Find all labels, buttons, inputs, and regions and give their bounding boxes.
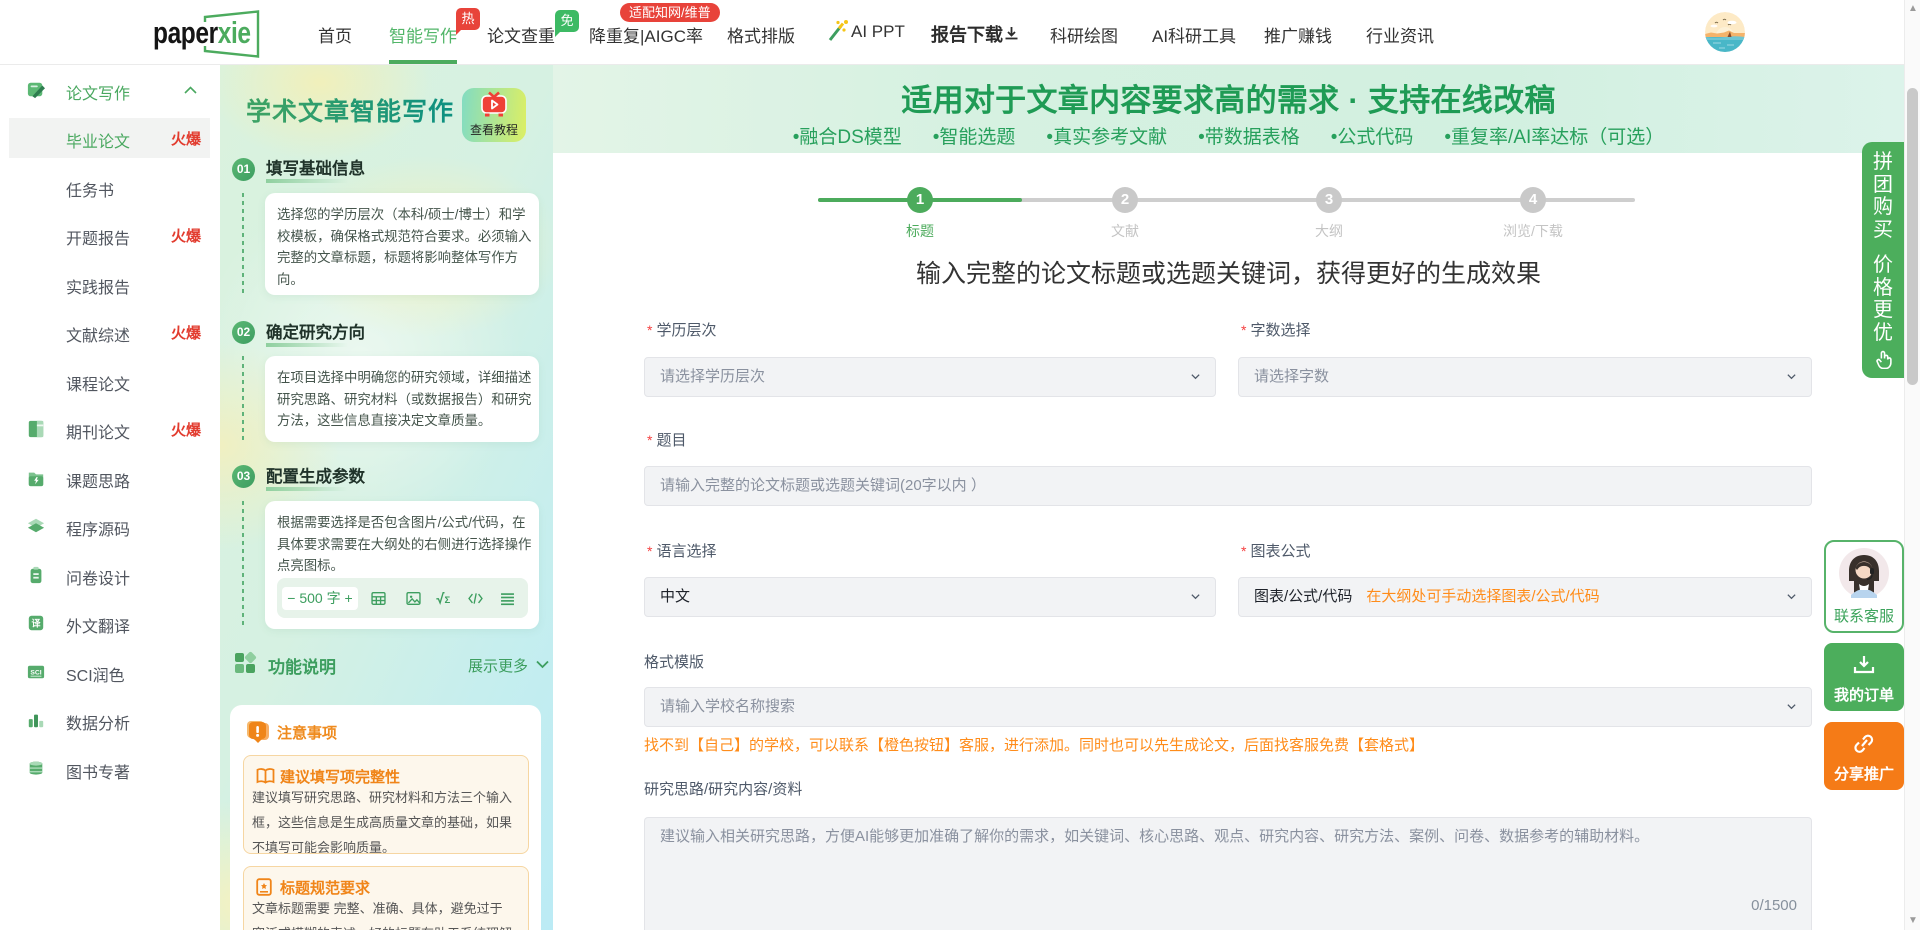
- svg-text:译: 译: [31, 618, 41, 629]
- svg-text:SCI: SCI: [30, 669, 41, 676]
- svg-text:Σ: Σ: [445, 595, 451, 606]
